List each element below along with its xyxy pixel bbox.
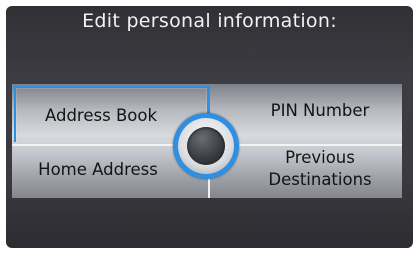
dial-center: [187, 127, 225, 165]
address-book-label: Address Book: [44, 106, 158, 125]
pin-number-label: PIN Number: [270, 101, 370, 120]
previous-destinations-label-line2: Destinations: [268, 170, 372, 189]
home-address-button[interactable]: Home Address: [20, 159, 176, 181]
home-address-label: Home Address: [38, 160, 158, 179]
divider-left: [12, 144, 180, 146]
interface-dial-icon[interactable]: [173, 113, 239, 179]
pin-number-button[interactable]: PIN Number: [238, 100, 402, 122]
divider-right: [238, 144, 402, 146]
page-title: Edit personal information:: [82, 10, 337, 32]
dial-outer-ring: [178, 118, 234, 174]
previous-destinations-button[interactable]: Previous Destinations: [238, 147, 402, 191]
previous-destinations-label-line1: Previous: [285, 148, 355, 167]
